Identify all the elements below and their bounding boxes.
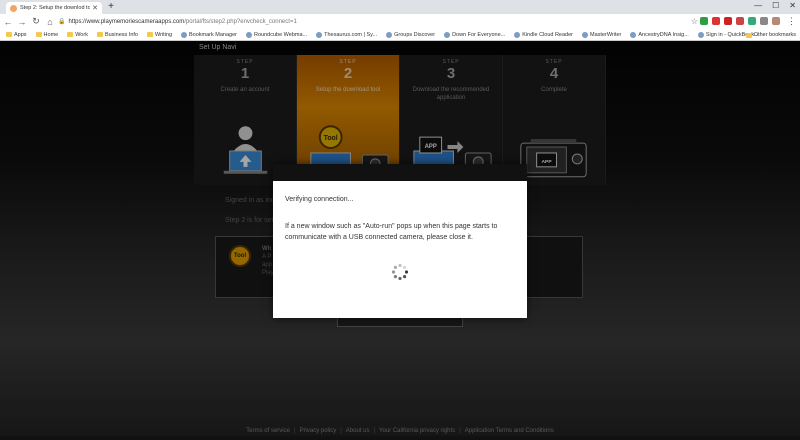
bookmark-label: Down For Everyone... — [452, 31, 506, 38]
autorun-notice-text: If a new window such as "Auto-run" pops … — [285, 223, 498, 241]
bookmark-item[interactable]: Work — [67, 32, 88, 38]
bookmark-label: Writing — [154, 31, 172, 38]
other-bookmarks-label: Other bookmarks — [753, 32, 796, 38]
url-path: /portal/fts/step2.php?envcheck_connect=1 — [184, 18, 297, 25]
browser-toolbar: ← → ↻ ⌂ 🔒 https://www.playmemoriescamera… — [0, 14, 800, 29]
home-icon[interactable]: ⌂ — [44, 17, 56, 27]
extension-v-icon[interactable] — [748, 17, 756, 25]
bookmark-item[interactable]: Bookmark Manager — [181, 31, 237, 38]
bookmark-label: AncestryDNA Insig... — [638, 31, 689, 38]
back-icon[interactable]: ← — [2, 17, 14, 27]
folder-icon — [745, 32, 752, 38]
bookmark-item[interactable]: Apps — [6, 32, 27, 38]
profile-avatar-icon[interactable] — [772, 17, 780, 25]
bookmarks-bar: Apps Home Work Business Info Writing Bookmark… — [0, 29, 800, 41]
site-icon — [316, 31, 323, 38]
taskbar-strip — [0, 436, 800, 440]
bookmark-label: Apps — [14, 31, 27, 38]
close-window-icon[interactable]: ✕ — [789, 1, 796, 10]
bookmark-star-icon[interactable]: ☆ — [691, 17, 698, 26]
maximize-icon[interactable]: ☐ — [772, 1, 779, 10]
folder-icon — [67, 32, 74, 37]
site-favicon-icon — [10, 4, 17, 12]
bookmark-item[interactable]: Roundcube Webma... — [246, 31, 308, 38]
bookmark-item[interactable]: Home — [35, 31, 59, 38]
bookmark-label: Groups Discover — [394, 31, 436, 38]
reload-icon[interactable]: ↻ — [30, 16, 42, 27]
bookmark-item[interactable]: Writing — [146, 31, 172, 38]
site-icon — [582, 31, 589, 38]
browser-tab-bar: Step 2: Setup the downlod tool ✕ + — ☐ ✕ — [0, 0, 800, 14]
site-icon — [514, 31, 521, 38]
bookmark-label: Business Info — [104, 31, 138, 38]
folder-icon — [146, 32, 153, 37]
window-controls: — ☐ ✕ — [754, 1, 796, 10]
site-icon — [181, 31, 187, 38]
tab-title: Step 2: Setup the downlod tool — [20, 5, 91, 11]
new-tab-button[interactable]: + — [106, 2, 116, 12]
minimize-icon[interactable]: — — [754, 1, 762, 10]
bookmark-item[interactable]: Kindle Cloud Reader — [514, 31, 574, 38]
extension-pdf-icon[interactable] — [724, 17, 732, 25]
site-icon — [444, 31, 451, 38]
bookmark-label: Work — [75, 31, 88, 38]
bookmark-item[interactable]: MasterWriter — [582, 31, 622, 38]
verifying-text: Verifying connection... — [285, 196, 354, 203]
site-icon — [697, 31, 704, 38]
bookmark-label: Home — [43, 31, 59, 38]
bookmark-label: MasterWriter — [590, 31, 622, 38]
address-bar[interactable]: 🔒 https://www.playmemoriescameraapps.com… — [58, 15, 698, 28]
bookmark-label: Bookmark Manager — [189, 31, 237, 38]
bookmark-item[interactable]: Groups Discover — [386, 31, 436, 38]
verifying-connection-dialog: Verifying connection... If a new window … — [273, 164, 527, 318]
folder-icon — [35, 32, 42, 37]
extension-icons — [700, 17, 780, 25]
site-icon — [386, 31, 393, 38]
extension-grey-icon[interactable] — [760, 17, 768, 25]
site-icon — [246, 31, 252, 38]
extension-green-icon[interactable] — [700, 17, 708, 25]
lock-icon: 🔒 — [58, 19, 66, 25]
url-domain: https://www.playmemoriescameraapps.com — [68, 18, 185, 25]
extension-red-icon[interactable] — [712, 17, 720, 25]
site-icon — [630, 31, 637, 38]
close-tab-icon[interactable]: ✕ — [92, 4, 98, 12]
extension-mail-icon[interactable] — [736, 17, 744, 25]
bookmark-label: Kindle Cloud Reader — [522, 31, 574, 38]
bookmark-label: Roundcube Webma... — [254, 31, 308, 38]
url-text: https://www.playmemoriescameraapps.com/p… — [68, 19, 296, 25]
browser-tab[interactable]: Step 2: Setup the downlod tool ✕ — [6, 2, 102, 14]
folder-icon — [96, 32, 103, 37]
bookmark-item[interactable]: Business Info — [96, 31, 138, 38]
bookmark-item[interactable]: Thesaurus.com | Sy... — [316, 31, 378, 38]
bookmark-item[interactable]: AncestryDNA Insig... — [630, 31, 689, 38]
other-bookmarks[interactable]: Other bookmarks — [745, 32, 796, 38]
browser-menu-icon[interactable]: ⋮ — [787, 16, 796, 27]
bookmark-label: Thesaurus.com | Sy... — [324, 31, 378, 38]
folder-icon — [6, 32, 12, 37]
forward-icon[interactable]: → — [16, 17, 28, 27]
bookmark-item[interactable]: Down For Everyone... — [444, 31, 506, 38]
loading-spinner-icon — [391, 263, 409, 281]
